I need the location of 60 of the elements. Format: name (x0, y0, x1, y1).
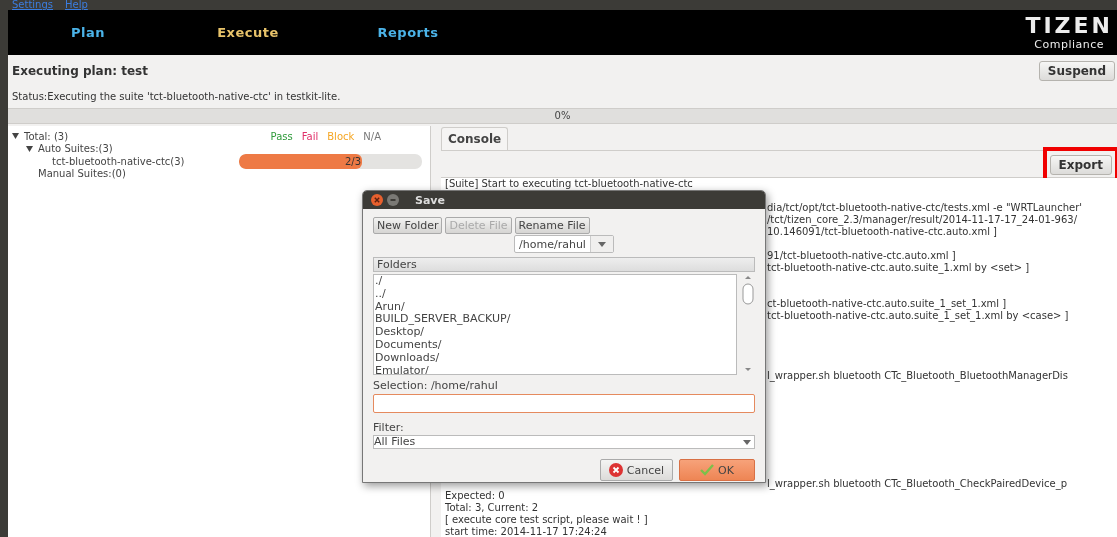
close-icon[interactable] (371, 194, 383, 206)
folder-item[interactable]: Arun/ (375, 300, 736, 314)
file-action-button[interactable]: Rename File (514, 217, 590, 234)
console-line: /tct/tizen_core_2.3/manager/result/2014-11-17-17_24-01-963/ (767, 214, 1077, 225)
folder-item[interactable]: ../ (375, 287, 736, 301)
export-button[interactable]: Export (1049, 154, 1112, 175)
filter-dropdown[interactable]: All Files (373, 435, 755, 449)
console-line: ct-bluetooth-native-ctc.auto.suite_1_set_1.xml ] (767, 298, 1007, 309)
cancel-button[interactable]: Cancel (599, 459, 673, 481)
folder-item[interactable]: Documents/ (375, 339, 736, 352)
folder-item[interactable]: Desktop/ (375, 326, 736, 339)
plan-title: Executing plan: test (12, 64, 148, 78)
scrollbar[interactable] (741, 274, 755, 373)
ok-button[interactable]: OK (679, 459, 755, 481)
console-line: start time: 2014-11-17 17:24:24 (445, 526, 607, 537)
cancel-icon (608, 463, 623, 477)
console-line: tct-bluetooth-native-ctc.auto.suite_1.xml by <set> ] (767, 262, 1030, 273)
legend-label: Block (327, 130, 355, 142)
console-tab[interactable]: Console (441, 127, 509, 150)
folder-item[interactable]: Downloads/ (375, 351, 736, 365)
tree-item[interactable]: Total: (3) (24, 130, 69, 142)
checkmark-icon (700, 464, 715, 476)
console-line: Expected: 0 (445, 490, 505, 501)
legend-label: Pass (270, 130, 293, 142)
console-line: l_wrapper.sh bluetooth CTc_Bluetooth_CheckPairedDevice_p (767, 478, 1067, 489)
file-action-button[interactable]: New Folder (373, 217, 443, 234)
selection-label: Selection: /home/rahul (373, 379, 499, 392)
dialog-title: Save (415, 193, 445, 207)
console-line: l_wrapper.sh bluetooth CTc_Bluetooth_BluetoothManagerDis (767, 370, 1068, 381)
minimize-icon[interactable] (387, 194, 399, 206)
legend-label: Fail (301, 130, 319, 142)
tree-item[interactable]: tct-bluetooth-native-ctc(3) (52, 155, 185, 167)
tree-item[interactable]: Manual Suites:(0) (38, 168, 126, 180)
tree-item[interactable]: Auto Suites:(3) (38, 143, 113, 155)
nav-tab[interactable]: Execute (168, 25, 328, 40)
suspend-button[interactable]: Suspend (1038, 61, 1115, 81)
dropdown-arrow-icon (740, 437, 754, 447)
nav-tab[interactable]: Reports (328, 25, 488, 40)
console-line: dia/tct/opt/tct-bluetooth-native-ctc/tests.xml -e "WRTLauncher' (767, 202, 1082, 213)
folder-item[interactable]: ./ (375, 275, 736, 288)
overall-progress-bar: 0% (8, 108, 1117, 124)
console-line: tct-bluetooth-native-ctc.auto.suite_1_set_1.xml by <case> ] (767, 310, 1069, 321)
logo-title: TIZEN (1025, 14, 1113, 38)
folder-item[interactable]: BUILD_SERVER_BACKUP/ (375, 313, 736, 327)
console-line: Total: 3, Current: 2 (445, 502, 539, 513)
dropdown-arrow-icon (597, 241, 606, 247)
legend-label: N/A (363, 130, 381, 142)
console-line: [ execute core test script, please wait ! ] (445, 514, 648, 525)
folders-header: Folders (373, 257, 755, 272)
console-line: 91/tct-bluetooth-native-ctc.auto.xml ] (767, 250, 956, 261)
status-text: Status:Executing the suite 'tct-bluetooth-native-ctc' in testkit-lite. (11, 90, 342, 104)
selection-field[interactable] (373, 394, 755, 413)
path-dropdown[interactable]: /home/rahul (514, 235, 614, 253)
console-line: 10.146091/tct-bluetooth-native-ctc.auto.xml ] (767, 226, 997, 237)
suite-progress-bar: 2/3 (239, 153, 422, 169)
console-line: [Suite] Start to executing tct-bluetooth-native-ctc (445, 178, 693, 189)
filter-label: Filter: (373, 421, 405, 434)
nav-tab[interactable]: Plan (8, 25, 168, 40)
logo-subtitle: Compliance (1034, 38, 1105, 51)
folder-item[interactable]: Emulator/ (375, 364, 736, 374)
